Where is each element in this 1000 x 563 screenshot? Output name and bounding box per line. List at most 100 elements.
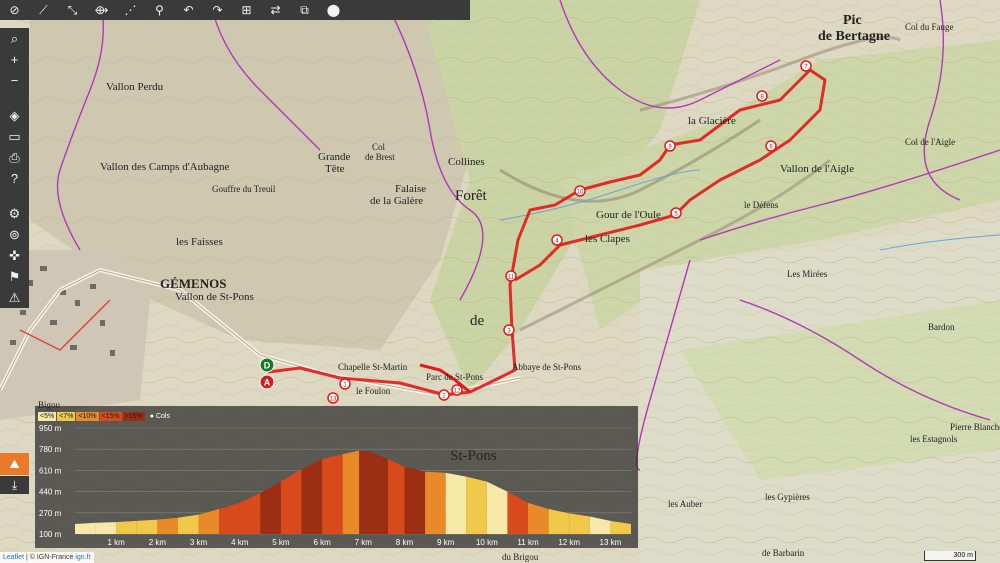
waypoint-marker[interactable]: 7 [800, 60, 812, 72]
x-tick-label: 8 km [396, 538, 414, 547]
waypoint-marker[interactable]: 6 [765, 140, 777, 152]
x-tick-label: 3 km [190, 538, 208, 547]
map-label: de Barbarin [762, 548, 805, 558]
help-icon[interactable]: ? [0, 168, 29, 189]
y-tick-label: 950 m [39, 424, 62, 433]
legend-swatch: <5% [38, 412, 57, 421]
map-label: Bardon [928, 322, 955, 332]
slope-legend: <5% <7% <10% <15% >15% ● Cols [38, 412, 170, 421]
x-tick-label: 1 km [108, 538, 126, 547]
waypoint-marker[interactable]: 13 [327, 392, 339, 404]
svg-text:12: 12 [454, 389, 461, 395]
y-tick-label: 270 m [39, 509, 62, 518]
waypoint-marker[interactable]: 1 [339, 378, 351, 390]
zoom-in-icon[interactable]: + [0, 49, 29, 70]
window-icon[interactable]: ▭ [0, 126, 29, 147]
left-sidebar: ⌕ + − ◈ ▭ ⎙? ⚙ ⊚ ✜ ⚑ ⚠ [0, 28, 29, 308]
waypoint-marker[interactable]: 12 [451, 384, 463, 396]
print-icon[interactable]: ⎙ [0, 147, 29, 168]
waypoint-marker[interactable]: 5 [670, 207, 682, 219]
map-label: Tête [325, 163, 345, 175]
swap-icon[interactable]: ⇄ [261, 0, 290, 20]
svg-text:10: 10 [577, 190, 584, 196]
profile-segment [569, 513, 590, 534]
download-icon[interactable]: ⤓ [0, 476, 29, 494]
svg-text:13: 13 [330, 397, 337, 403]
profile-segment [445, 472, 467, 534]
node-icon[interactable]: ⋰ [116, 0, 145, 20]
waypoint-marker[interactable]: 9 [664, 140, 676, 152]
profile-segment [157, 517, 178, 534]
grid-icon[interactable]: ⊞ [232, 0, 261, 20]
x-tick-label: 13 km [600, 538, 622, 547]
elevation-profile-toggle-button[interactable]: ⛰ [0, 453, 29, 475]
layers-icon[interactable]: ◈ [0, 105, 29, 126]
profile-segment [466, 476, 487, 534]
waypoint-marker[interactable]: 3 [503, 324, 515, 336]
x-tick-label: 6 km [313, 538, 331, 547]
map-label: les Clapes [585, 233, 630, 245]
map-label: les Gypières [765, 492, 810, 502]
x-tick-label: 11 km [517, 538, 539, 547]
scale-bar: 300 m [924, 551, 976, 561]
copy-icon[interactable]: ⧉ [290, 0, 319, 20]
map-label: Vallon Perdu [106, 81, 164, 93]
x-tick-label: 2 km [149, 538, 167, 547]
map-label: Chapelle St-Martin [338, 362, 408, 372]
waypoint-marker[interactable]: 2 [438, 389, 450, 401]
flag-icon[interactable]: ⚑ [0, 266, 29, 287]
sidebar-gap [0, 91, 29, 105]
map-label: du Brigou [502, 552, 539, 562]
zoom-out-icon[interactable]: − [0, 70, 29, 91]
leaflet-link[interactable]: Leaflet [3, 554, 24, 561]
map-label: la Glacière [688, 115, 736, 127]
ign-link[interactable]: ign.fr [75, 554, 91, 561]
map-label: les Faisses [176, 236, 223, 248]
x-tick-label: 7 km [355, 538, 373, 547]
cycle-icon[interactable]: ⚲ [145, 0, 174, 20]
pin-icon[interactable]: ⬤ [319, 0, 348, 20]
map-label: Grande [318, 151, 350, 163]
end-marker[interactable]: A [259, 374, 275, 390]
start-marker[interactable]: D [259, 357, 275, 373]
waypoint-marker[interactable]: 11 [505, 270, 517, 282]
map-label: Gour de l'Oule [596, 209, 661, 221]
map-label: Vallon des Camps d'Aubagne [100, 161, 229, 173]
attribution-separator: | © [24, 554, 37, 561]
y-tick-label: 440 m [39, 488, 62, 497]
map-label: Parc de St-Pons [426, 372, 483, 382]
profile-segment [177, 514, 199, 534]
waypoint-marker[interactable]: 8 [756, 90, 768, 102]
x-tick-label: 10 km [476, 538, 498, 547]
profile-segment [371, 452, 389, 534]
profile-segment [388, 459, 405, 534]
svg-text:D: D [264, 361, 271, 371]
waypoint-marker[interactable]: 10 [574, 185, 586, 197]
search-icon[interactable]: ⌕ [0, 28, 29, 49]
draw-line-icon[interactable]: ⤡ [58, 0, 87, 20]
undo-icon[interactable]: ↶ [174, 0, 203, 20]
map-label: Pierre Blanche [950, 422, 1000, 432]
x-tick-label: 4 km [231, 538, 249, 547]
map-label: Gouffre du Treuil [212, 184, 276, 194]
map-label: Collines [448, 156, 485, 168]
map-label: de [470, 313, 485, 329]
map-label: Falaise [395, 183, 426, 195]
locate-icon[interactable]: ⊚ [0, 224, 29, 245]
waypoint-marker[interactable]: 4 [551, 234, 563, 246]
profile-segment [136, 519, 158, 534]
profile-segment [548, 509, 570, 534]
warning-icon[interactable]: ⚠ [0, 287, 29, 308]
elevation-profile-chart[interactable]: 950 m 780 m 610 m 440 m 270 m 100 m 1 km 2 km 3… [35, 406, 638, 548]
map-label: Vallon de St-Pons [175, 291, 254, 303]
route-icon[interactable]: ⟴ [87, 0, 116, 20]
measure-icon[interactable]: ⟋ [29, 0, 58, 20]
profile-segment [95, 522, 117, 534]
eye-off-icon[interactable]: ⊘ [0, 0, 29, 20]
map-label: de la Galère [370, 195, 423, 207]
settings-icon[interactable]: ⚙ [0, 203, 29, 224]
redo-icon[interactable]: ↷ [203, 0, 232, 20]
top-toolbar: ⊘ ⟋ ⤡ ⟴ ⋰ ⚲ ↶ ↷ ⊞ ⇄ ⧉ ⬤ [0, 0, 470, 20]
profile-segment [425, 471, 446, 534]
pan-icon[interactable]: ✜ [0, 245, 29, 266]
